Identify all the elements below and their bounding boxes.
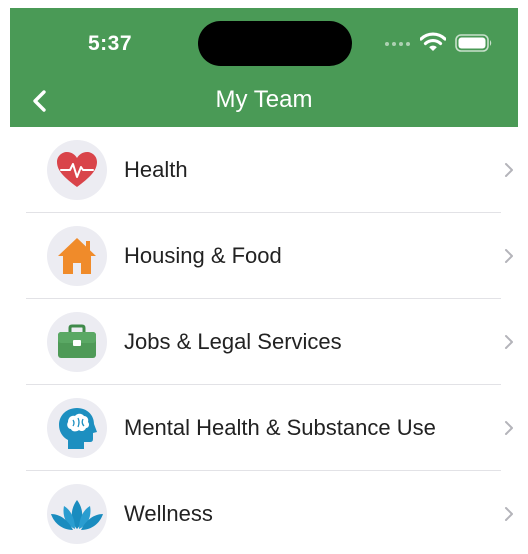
icon-container — [47, 312, 107, 372]
house-icon — [58, 238, 96, 274]
icon-container — [47, 484, 107, 544]
icon-container — [47, 140, 107, 200]
category-list: Health Housing & Food Jobs & Legal Servi… — [0, 127, 528, 554]
list-item-health[interactable]: Health — [0, 127, 528, 213]
chevron-right-icon — [505, 249, 513, 263]
head-brain-icon — [59, 408, 97, 449]
list-item-mental-health[interactable]: Mental Health & Substance Use — [0, 385, 528, 471]
icon-container — [47, 398, 107, 458]
wifi-icon — [420, 32, 446, 51]
heart-pulse-icon — [57, 152, 97, 187]
lotus-icon — [51, 500, 103, 530]
dynamic-island — [198, 21, 352, 66]
list-item-label: Housing & Food — [124, 243, 282, 268]
briefcase-icon — [58, 324, 96, 358]
battery-icon — [455, 34, 492, 52]
chevron-right-icon — [505, 163, 513, 177]
list-item-label: Health — [124, 157, 188, 182]
list-item-housing-food[interactable]: Housing & Food — [0, 213, 528, 299]
cellular-signal-icon — [385, 42, 410, 46]
page-title: My Team — [215, 86, 313, 113]
icon-container — [47, 226, 107, 286]
status-time: 5:37 — [88, 32, 133, 55]
list-item-jobs-legal[interactable]: Jobs & Legal Services — [0, 299, 528, 385]
list-item-label: Wellness — [124, 501, 213, 526]
chevron-right-icon — [505, 335, 513, 349]
list-item-wellness[interactable]: Wellness — [0, 471, 528, 554]
list-item-label: Mental Health & Substance Use — [124, 415, 436, 440]
chevron-right-icon — [505, 421, 513, 435]
app-screen: 5:37 My Team Health Housing & Food Jobs … — [0, 0, 528, 554]
list-item-label: Jobs & Legal Services — [124, 329, 342, 354]
chevron-right-icon — [505, 507, 513, 521]
